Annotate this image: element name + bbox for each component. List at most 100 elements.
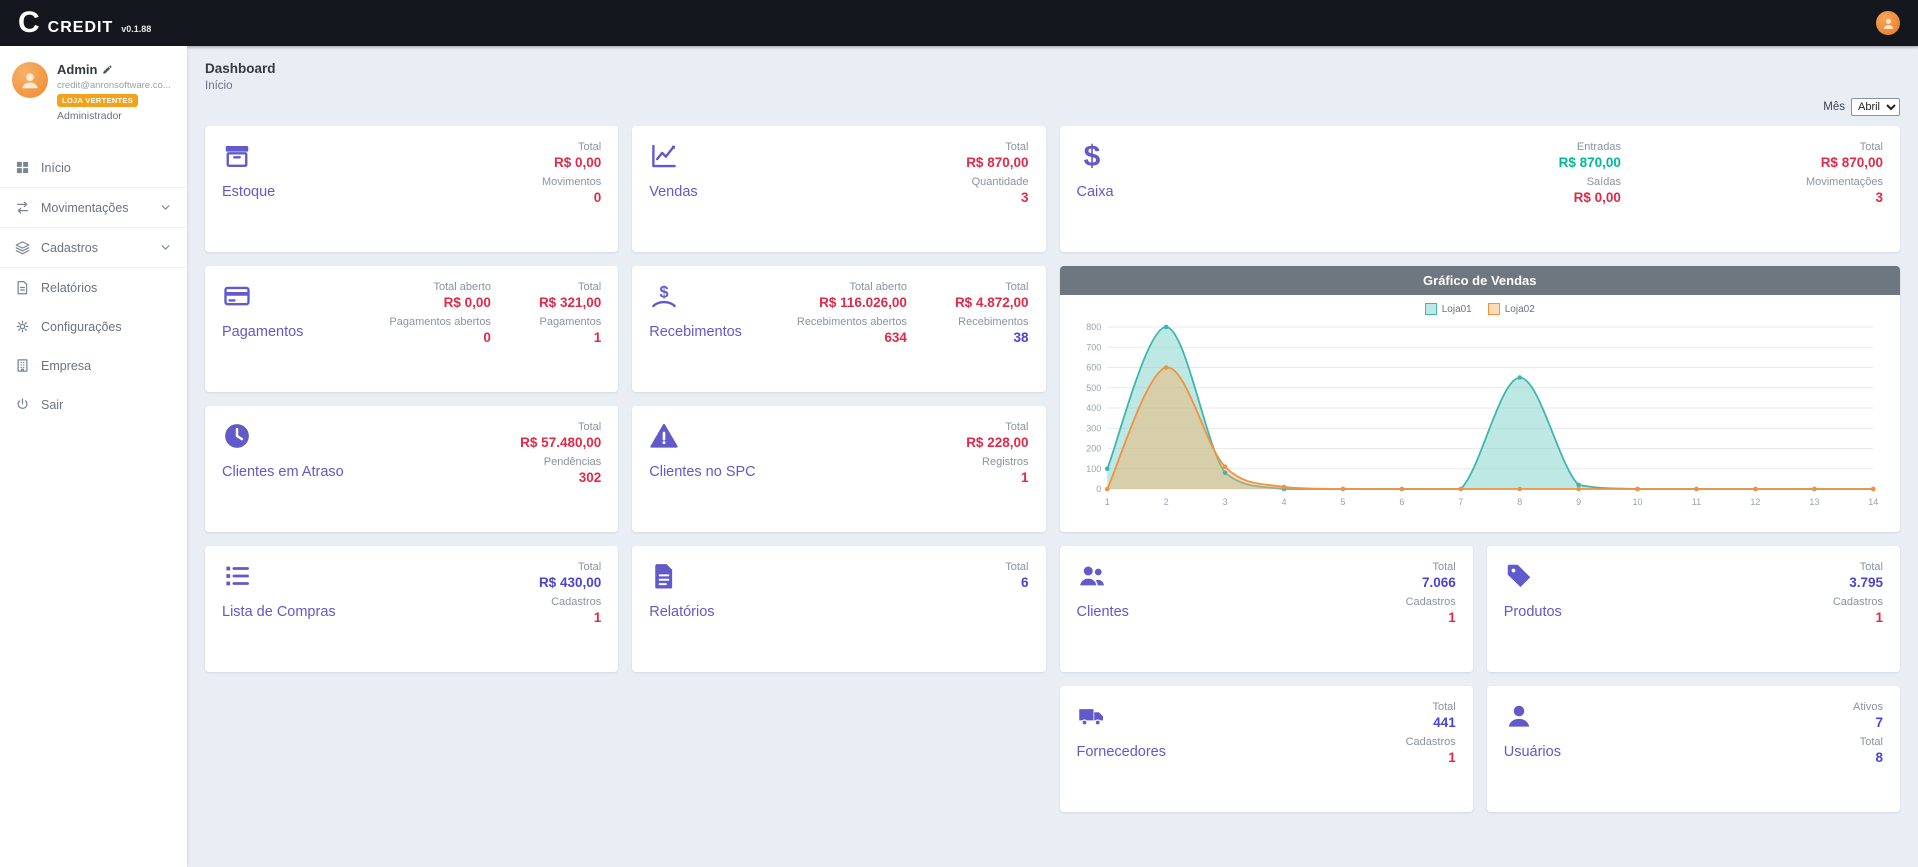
chevron-down-icon [159, 241, 172, 254]
gear-icon [15, 319, 30, 334]
month-select[interactable]: Abril [1851, 98, 1900, 116]
svg-text:9: 9 [1576, 497, 1581, 507]
card-clientes-em-atraso: Clientes em Atraso Total R$ 57.480,00 Pe… [205, 406, 618, 532]
svg-text:12: 12 [1750, 497, 1760, 507]
stat-label: Total [1005, 281, 1028, 293]
stat-value: 3 [1021, 190, 1029, 205]
truck-icon [1077, 701, 1107, 731]
stat-value: 634 [884, 330, 907, 345]
card-title-produtos[interactable]: Produtos [1504, 604, 1562, 620]
stat-value: 38 [1013, 330, 1028, 345]
sidebar-item-configuracoes[interactable]: Configurações [0, 307, 187, 346]
stat-label: Recebimentos abertos [797, 316, 907, 328]
sidebar-item-relatorios[interactable]: Relatórios [0, 268, 187, 307]
stat-label: Total [1860, 736, 1883, 748]
grid-icon [15, 160, 30, 175]
sidebar-item-label: Empresa [41, 359, 91, 373]
users-icon [1077, 561, 1107, 591]
stat-value: R$ 0,00 [444, 295, 491, 310]
clock-icon [222, 421, 252, 451]
card-title-clientes-em-atraso[interactable]: Clientes em Atraso [222, 464, 344, 480]
stat-label: Recebimentos [958, 316, 1028, 328]
card-title-vendas[interactable]: Vendas [649, 184, 697, 200]
stat-label: Total [578, 561, 601, 573]
hand-dollar-icon: $ [649, 281, 679, 311]
sidebar-item-label: Sair [41, 398, 63, 412]
credit-card-icon [222, 281, 252, 311]
app-logo: C [18, 8, 40, 38]
app-name: CREDIT [48, 19, 114, 37]
svg-text:10: 10 [1632, 497, 1642, 507]
svg-text:500: 500 [1086, 383, 1101, 393]
card-title-usuarios[interactable]: Usuários [1504, 744, 1561, 760]
card-title-pagamentos[interactable]: Pagamentos [222, 324, 303, 340]
card-title-estoque[interactable]: Estoque [222, 184, 275, 200]
stat-label: Total [1433, 561, 1456, 573]
stat-label: Total [1005, 141, 1028, 153]
card-recebimentos: $ Recebimentos Total aberto R$ 116.026,0… [632, 266, 1045, 392]
svg-text:$: $ [1083, 141, 1100, 171]
sales-chart-title: Gráfico de Vendas [1060, 266, 1901, 295]
stat-value: 0 [594, 190, 602, 205]
stat-value: 1 [1021, 470, 1029, 485]
app-brand: C CREDIT v0.1.88 [18, 8, 151, 38]
sidebar-item-inicio[interactable]: Início [0, 148, 187, 187]
svg-text:800: 800 [1086, 322, 1101, 332]
left-cards: Estoque Total R$ 0,00 Movimentos 0 V [205, 126, 1046, 672]
stat-label: Pagamentos [539, 316, 601, 328]
card-title-relatorios[interactable]: Relatórios [649, 604, 714, 620]
stat-value: 1 [1448, 610, 1456, 625]
sales-chart-svg: 0100200300400500600700800123456789101112… [1070, 317, 1891, 513]
svg-text:600: 600 [1086, 363, 1101, 373]
user-email: credit@anronsoftware.co... [57, 80, 171, 91]
user-role: Administrador [57, 110, 171, 122]
user-avatar[interactable] [1876, 11, 1900, 35]
legend-label: Loja02 [1505, 304, 1535, 315]
legend-label: Loja01 [1442, 304, 1472, 315]
stat-value: 6 [1021, 575, 1029, 590]
sidebar-item-sair[interactable]: Sair [0, 385, 187, 424]
stat-label: Registros [982, 456, 1028, 468]
stat-label: Total [1005, 561, 1028, 573]
sidebar-item-label: Relatórios [41, 281, 97, 295]
sidebar-item-label: Início [41, 161, 71, 175]
stat-value: 8 [1875, 750, 1883, 765]
card-lista-de-compras: Lista de Compras Total R$ 430,00 Cadastr… [205, 546, 618, 672]
card-clientes-no-spc: Clientes no SPC Total R$ 228,00 Registro… [632, 406, 1045, 532]
edit-pencil-icon[interactable] [102, 64, 113, 75]
sidebar-user-block: Admin credit@anronsoftware.co... LOJA VE… [0, 46, 187, 134]
sidebar-item-cadastros[interactable]: Cadastros [0, 228, 187, 268]
chart-legend: Loja01 Loja02 [1070, 299, 1891, 317]
svg-text:2: 2 [1163, 497, 1168, 507]
sidebar-item-empresa[interactable]: Empresa [0, 346, 187, 385]
layers-icon [15, 240, 30, 255]
card-title-fornecedores[interactable]: Fornecedores [1077, 744, 1166, 760]
card-title-lista-de-compras[interactable]: Lista de Compras [222, 604, 336, 620]
archive-icon [222, 141, 252, 171]
card-title-recebimentos[interactable]: Recebimentos [649, 324, 742, 340]
stat-label: Cadastros [1406, 736, 1456, 748]
card-produtos: Produtos Total 3.795 Cadastros 1 [1487, 546, 1900, 672]
svg-text:11: 11 [1691, 497, 1700, 507]
month-filter: Mês Abril [205, 98, 1900, 116]
card-title-clientes-no-spc[interactable]: Clientes no SPC [649, 464, 755, 480]
card-title-clientes[interactable]: Clientes [1077, 604, 1129, 620]
stat-value: R$ 321,00 [539, 295, 601, 310]
card-title-caixa[interactable]: Caixa [1077, 184, 1114, 200]
svg-text:200: 200 [1086, 444, 1101, 454]
stat-value: R$ 430,00 [539, 575, 601, 590]
sidebar-item-movimentacoes[interactable]: Movimentações [0, 187, 187, 228]
person-icon [19, 69, 41, 91]
svg-text:300: 300 [1086, 423, 1101, 433]
user-name: Admin [57, 62, 171, 77]
stat-label: Ativos [1853, 701, 1883, 713]
right-quad-cards: Clientes Total 7.066 Cadastros 1 [1060, 546, 1901, 812]
legend-item-loja02: Loja02 [1488, 303, 1535, 315]
stat-value: 7.066 [1422, 575, 1456, 590]
card-estoque: Estoque Total R$ 0,00 Movimentos 0 [205, 126, 618, 252]
svg-text:7: 7 [1458, 497, 1463, 507]
card-vendas: Vendas Total R$ 870,00 Quantidade 3 [632, 126, 1045, 252]
stat-value: R$ 870,00 [1821, 155, 1883, 170]
stat-label: Quantidade [972, 176, 1029, 188]
svg-text:100: 100 [1086, 464, 1101, 474]
